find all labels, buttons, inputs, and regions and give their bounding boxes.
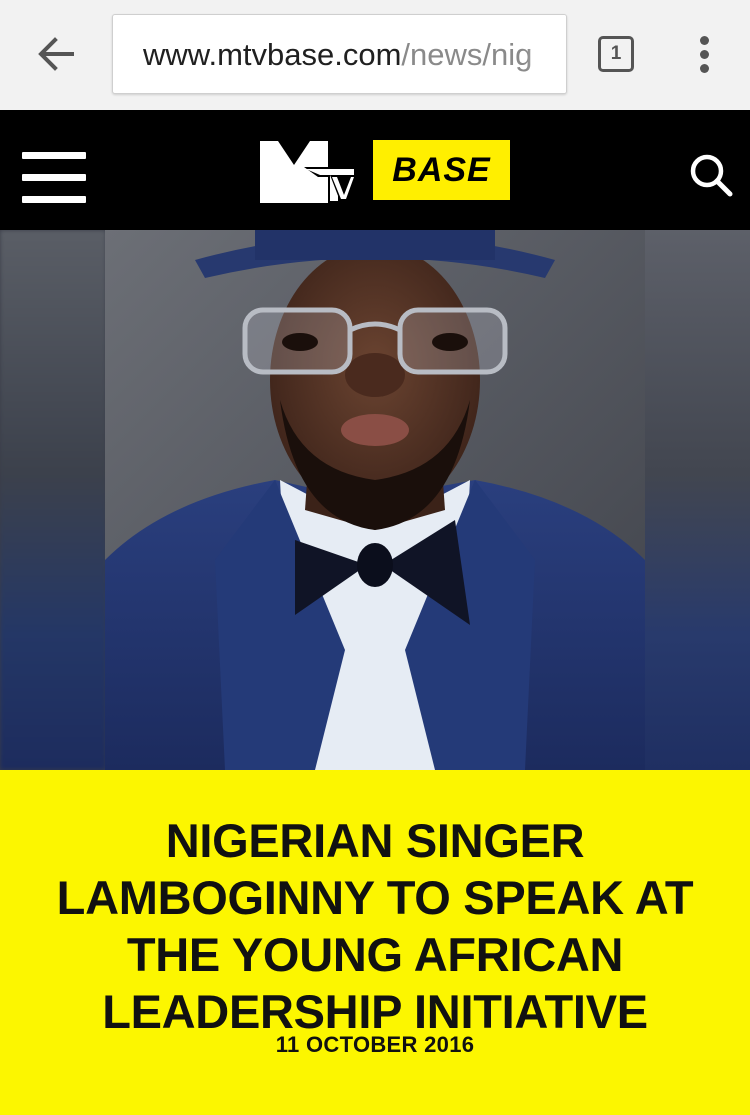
tab-count: 1: [610, 43, 622, 64]
headline-panel: NIGERIAN SINGER LAMBOGINNY TO SPEAK AT T…: [0, 770, 750, 1115]
address-bar[interactable]: www.mtvbase.com/news/nig: [112, 14, 567, 94]
back-button[interactable]: [28, 30, 84, 78]
base-logo-text: BASE: [392, 150, 491, 189]
hamburger-icon: [22, 152, 86, 159]
browser-toolbar: www.mtvbase.com/news/nig 1: [0, 0, 750, 110]
tab-switcher-button[interactable]: 1: [598, 36, 634, 72]
base-logo[interactable]: BASE: [373, 140, 510, 200]
mtv-logo[interactable]: [260, 141, 356, 203]
article-headline[interactable]: NIGERIAN SINGER LAMBOGINNY TO SPEAK AT T…: [40, 812, 710, 1040]
hero-image[interactable]: [0, 230, 750, 770]
kebab-menu-icon-dot: [700, 64, 709, 73]
url-text: www.mtvbase.com/news/nig: [143, 35, 532, 75]
kebab-menu-icon-dot: [700, 50, 709, 59]
kebab-menu-icon: [700, 36, 709, 45]
hero-blur-left: [0, 230, 106, 770]
url-host: www.mtvbase.com: [143, 37, 402, 72]
search-button[interactable]: [688, 152, 736, 200]
url-fade: [526, 15, 566, 93]
url-path: /news/nig: [401, 37, 533, 72]
portrait-photo: [105, 230, 645, 770]
article-date: 11 OCTOBER 2016: [275, 1032, 475, 1057]
hamburger-menu-button[interactable]: [22, 152, 88, 204]
hamburger-icon-bar: [22, 196, 86, 203]
hamburger-icon-bar: [22, 174, 86, 181]
hero-blur-right: [644, 230, 750, 770]
search-icon: [690, 154, 733, 197]
arrow-left-icon: [38, 37, 74, 71]
browser-menu-button[interactable]: [690, 32, 720, 76]
